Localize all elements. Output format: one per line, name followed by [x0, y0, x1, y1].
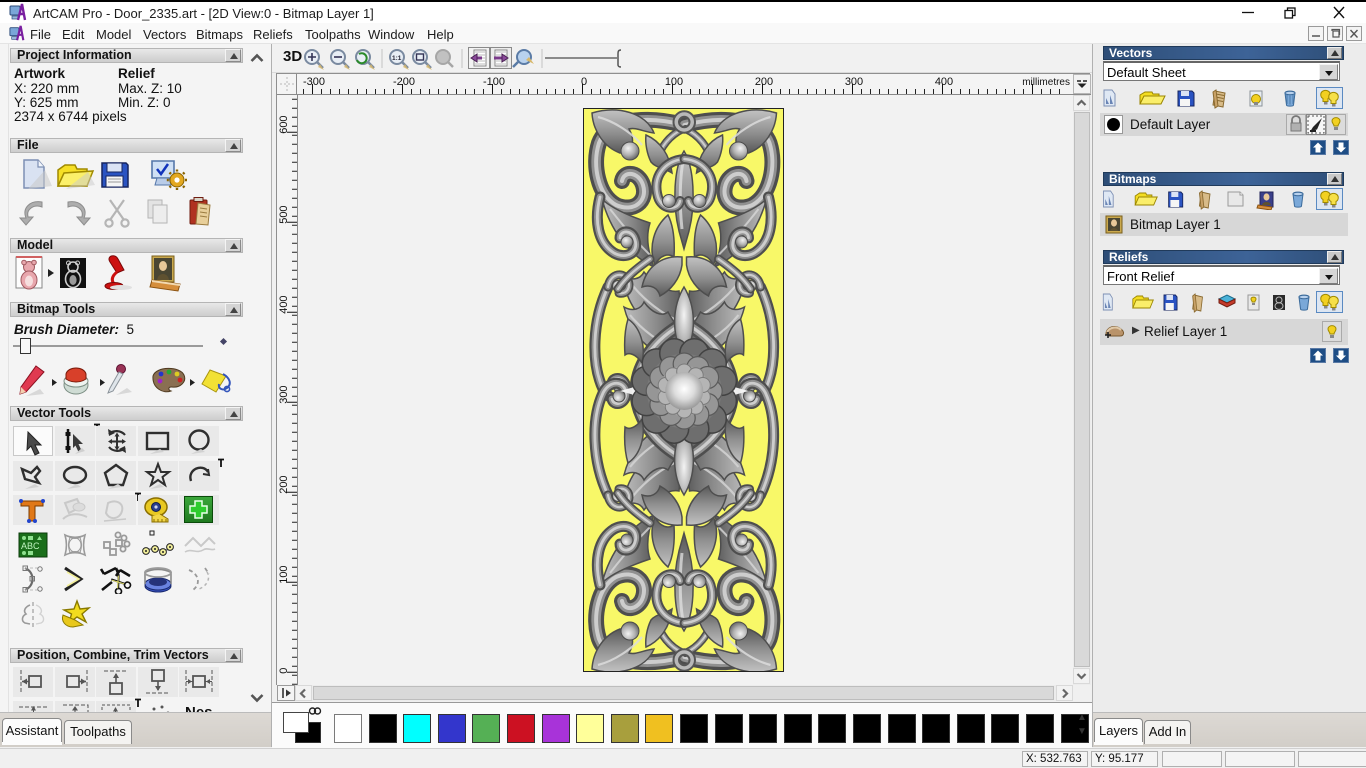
svg-text:-200: -200	[393, 76, 415, 88]
svg-text:-300: -300	[303, 76, 325, 88]
svg-text:-100: -100	[483, 76, 505, 88]
svg-text:500: 500	[278, 205, 290, 223]
svg-text:100: 100	[665, 76, 683, 88]
svg-text:300: 300	[278, 385, 290, 403]
svg-text:300: 300	[845, 76, 863, 88]
svg-text:600: 600	[278, 115, 290, 133]
svg-text:ABC: ABC	[21, 541, 40, 551]
svg-text:100: 100	[278, 565, 290, 583]
svg-text:millimetres: millimetres	[1022, 77, 1070, 88]
svg-text:200: 200	[755, 76, 773, 88]
svg-text:400: 400	[935, 76, 953, 88]
svg-text:1:1: 1:1	[392, 55, 402, 62]
svg-text:0: 0	[278, 668, 290, 674]
svg-text:0: 0	[581, 76, 587, 88]
svg-text:200: 200	[278, 475, 290, 493]
svg-text:400: 400	[278, 295, 290, 313]
